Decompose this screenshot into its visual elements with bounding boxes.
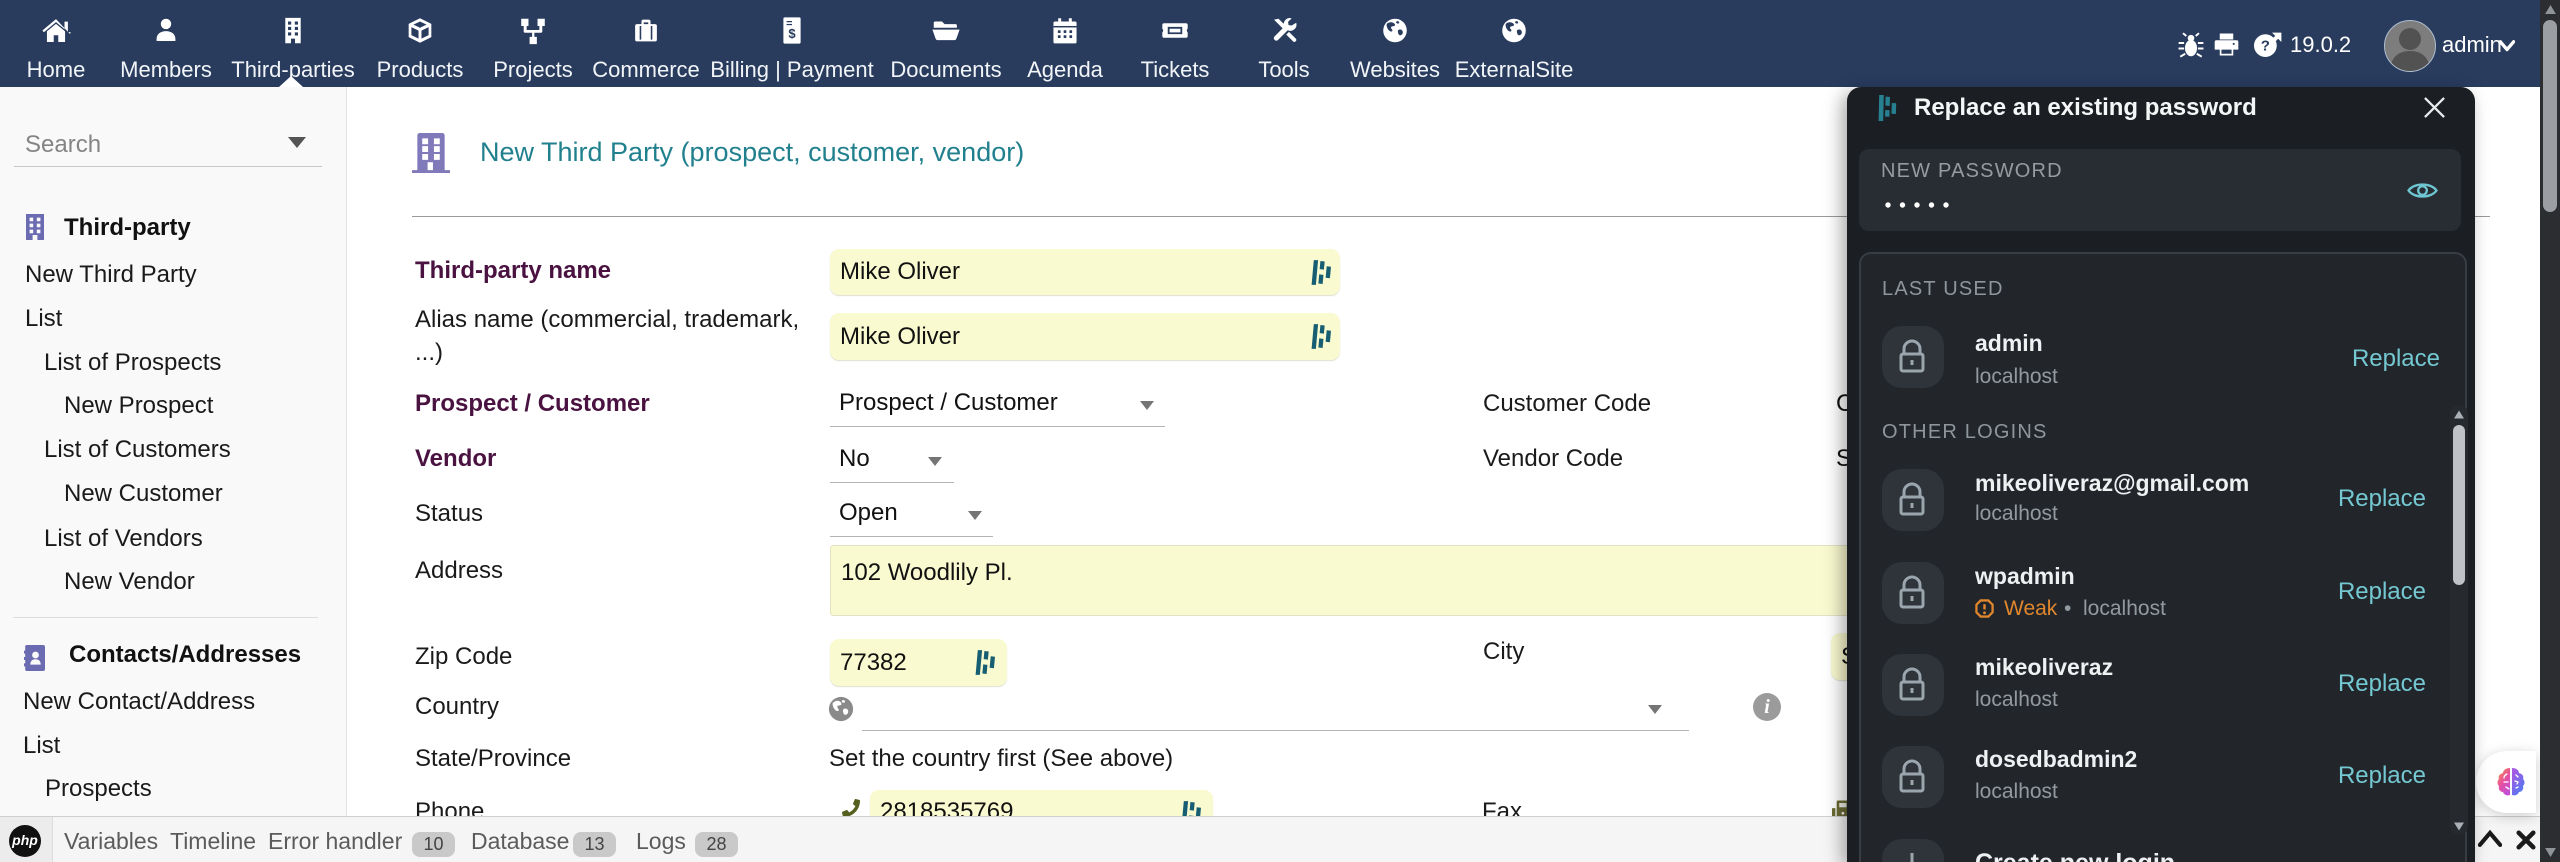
svg-text:$: $ <box>788 26 796 41</box>
svg-text:?: ? <box>2261 38 2270 55</box>
